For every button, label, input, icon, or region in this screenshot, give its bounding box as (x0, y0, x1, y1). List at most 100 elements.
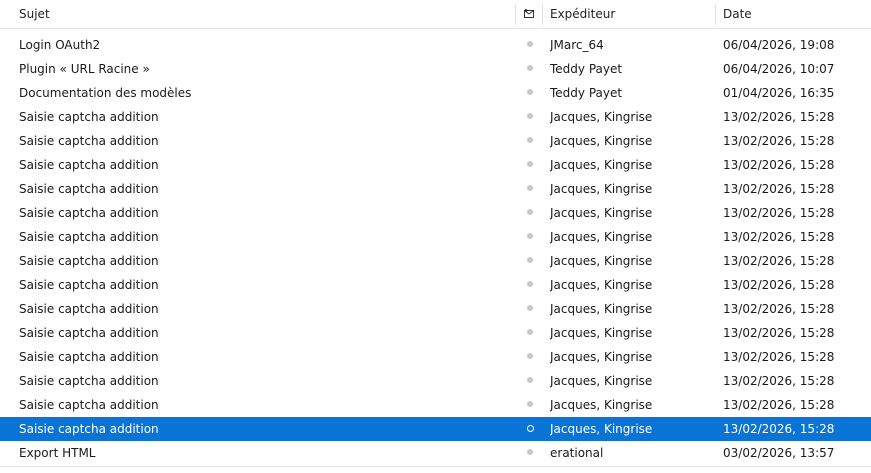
message-date: 13/02/2026, 15:28 (723, 374, 835, 388)
read-status-toggle[interactable] (526, 441, 536, 465)
message-subject: Saisie captcha addition (19, 326, 159, 340)
message-row[interactable]: Saisie captcha addition Jacques, Kingrise… (0, 105, 871, 129)
read-status-toggle[interactable] (526, 321, 536, 345)
message-date: 13/02/2026, 15:28 (723, 206, 835, 220)
message-from: Jacques, Kingrise (550, 278, 653, 292)
read-status-toggle[interactable] (526, 129, 536, 153)
read-status-dot-icon (527, 329, 533, 335)
read-status-toggle[interactable] (526, 393, 536, 417)
read-status-dot-icon (527, 377, 533, 383)
message-from: Jacques, Kingrise (550, 374, 653, 388)
message-row[interactable]: Export HTML erational 03/02/2026, 13:57 (0, 441, 871, 465)
message-row[interactable]: Saisie captcha addition Jacques, Kingrise… (0, 297, 871, 321)
read-status-toggle[interactable] (526, 273, 536, 297)
message-subject: Plugin « URL Racine » (19, 62, 150, 76)
read-status-toggle[interactable] (526, 201, 536, 225)
message-date: 13/02/2026, 15:28 (723, 350, 835, 364)
message-subject: Login OAuth2 (19, 38, 101, 52)
list-bottom-border (0, 466, 871, 467)
message-from: Jacques, Kingrise (550, 326, 653, 340)
message-subject: Saisie captcha addition (19, 374, 159, 388)
message-from: Jacques, Kingrise (550, 110, 653, 124)
message-from: Jacques, Kingrise (550, 134, 653, 148)
message-from: Jacques, Kingrise (550, 398, 653, 412)
read-status-dot-icon (527, 305, 533, 311)
read-status-dot-icon (527, 257, 533, 263)
message-date: 13/02/2026, 15:28 (723, 134, 835, 148)
message-date: 13/02/2026, 15:28 (723, 398, 835, 412)
read-status-toggle[interactable] (526, 153, 536, 177)
column-separator[interactable] (542, 5, 543, 25)
read-status-dot-icon (527, 65, 533, 71)
read-status-toggle[interactable] (526, 249, 536, 273)
message-row[interactable]: Documentation des modèles Teddy Payet 01/0… (0, 81, 871, 105)
message-from: erational (550, 446, 604, 460)
message-subject: Saisie captcha addition (19, 422, 159, 436)
read-status-toggle[interactable] (526, 105, 536, 129)
message-date: 13/02/2026, 15:28 (723, 254, 835, 268)
message-date: 06/04/2026, 19:08 (723, 38, 835, 52)
message-subject: Saisie captcha addition (19, 350, 159, 364)
message-row[interactable]: Saisie captcha addition Jacques, Kingrise… (0, 417, 871, 441)
message-date: 13/02/2026, 15:28 (723, 110, 835, 124)
message-row[interactable]: Saisie captcha addition Jacques, Kingrise… (0, 369, 871, 393)
column-separator[interactable] (715, 5, 716, 25)
message-from: Jacques, Kingrise (550, 422, 653, 436)
read-status-dot-icon (527, 233, 533, 239)
message-row[interactable]: Saisie captcha addition Jacques, Kingrise… (0, 177, 871, 201)
read-status-dot-icon (527, 137, 533, 143)
message-subject: Documentation des modèles (19, 86, 192, 100)
message-row[interactable]: Login OAuth2 JMarc_64 06/04/2026, 19:08 (0, 33, 871, 57)
message-date: 01/04/2026, 16:35 (723, 86, 835, 100)
column-header-from[interactable]: Expéditeur (550, 0, 615, 29)
message-date: 13/02/2026, 15:28 (723, 278, 835, 292)
message-from: JMarc_64 (550, 38, 604, 52)
read-status-toggle[interactable] (526, 369, 536, 393)
column-header-bar: Sujet Expéditeur Date (0, 0, 871, 29)
message-row[interactable]: Saisie captcha addition Jacques, Kingrise… (0, 345, 871, 369)
read-status-toggle[interactable] (526, 81, 536, 105)
read-status-dot-icon (527, 401, 533, 407)
message-row[interactable]: Saisie captcha addition Jacques, Kingrise… (0, 321, 871, 345)
read-status-dot-icon (527, 353, 533, 359)
message-row[interactable]: Saisie captcha addition Jacques, Kingrise… (0, 273, 871, 297)
message-date: 06/04/2026, 10:07 (723, 62, 835, 76)
message-subject: Saisie captcha addition (19, 254, 159, 268)
read-status-dot-icon (527, 209, 533, 215)
message-from: Jacques, Kingrise (550, 302, 653, 316)
read-status-dot-icon (527, 41, 533, 47)
message-date: 03/02/2026, 13:57 (723, 446, 835, 460)
message-rows: Login OAuth2 JMarc_64 06/04/2026, 19:08 Plu… (0, 33, 871, 465)
read-status-toggle[interactable] (526, 345, 536, 369)
message-row[interactable]: Saisie captcha addition Jacques, Kingrise… (0, 129, 871, 153)
message-subject: Saisie captcha addition (19, 278, 159, 292)
read-status-dot-icon (527, 449, 533, 455)
message-subject: Saisie captcha addition (19, 158, 159, 172)
column-header-date[interactable]: Date (723, 0, 752, 29)
read-status-toggle[interactable] (526, 417, 536, 441)
message-date: 13/02/2026, 15:28 (723, 158, 835, 172)
message-from: Jacques, Kingrise (550, 254, 653, 268)
column-separator[interactable] (515, 5, 516, 25)
column-header-read-status[interactable] (524, 0, 538, 29)
message-row[interactable]: Saisie captcha addition Jacques, Kingrise… (0, 201, 871, 225)
message-row[interactable]: Saisie captcha addition Jacques, Kingrise… (0, 393, 871, 417)
read-status-toggle[interactable] (526, 57, 536, 81)
read-status-toggle[interactable] (526, 225, 536, 249)
message-subject: Saisie captcha addition (19, 110, 159, 124)
column-header-subject[interactable]: Sujet (19, 0, 50, 29)
message-row[interactable]: Saisie captcha addition Jacques, Kingrise… (0, 153, 871, 177)
message-row[interactable]: Plugin « URL Racine » Teddy Payet 06/04/20… (0, 57, 871, 81)
message-row[interactable]: Saisie captcha addition Jacques, Kingrise… (0, 249, 871, 273)
read-status-dot-icon (527, 161, 533, 167)
message-subject: Saisie captcha addition (19, 134, 159, 148)
message-from: Jacques, Kingrise (550, 206, 653, 220)
read-status-toggle[interactable] (526, 33, 536, 57)
message-subject: Saisie captcha addition (19, 302, 159, 316)
read-status-toggle[interactable] (526, 297, 536, 321)
message-subject: Export HTML (19, 446, 96, 460)
message-date: 13/02/2026, 15:28 (723, 230, 835, 244)
message-subject: Saisie captcha addition (19, 398, 159, 412)
message-row[interactable]: Saisie captcha addition Jacques, Kingrise… (0, 225, 871, 249)
read-status-toggle[interactable] (526, 177, 536, 201)
